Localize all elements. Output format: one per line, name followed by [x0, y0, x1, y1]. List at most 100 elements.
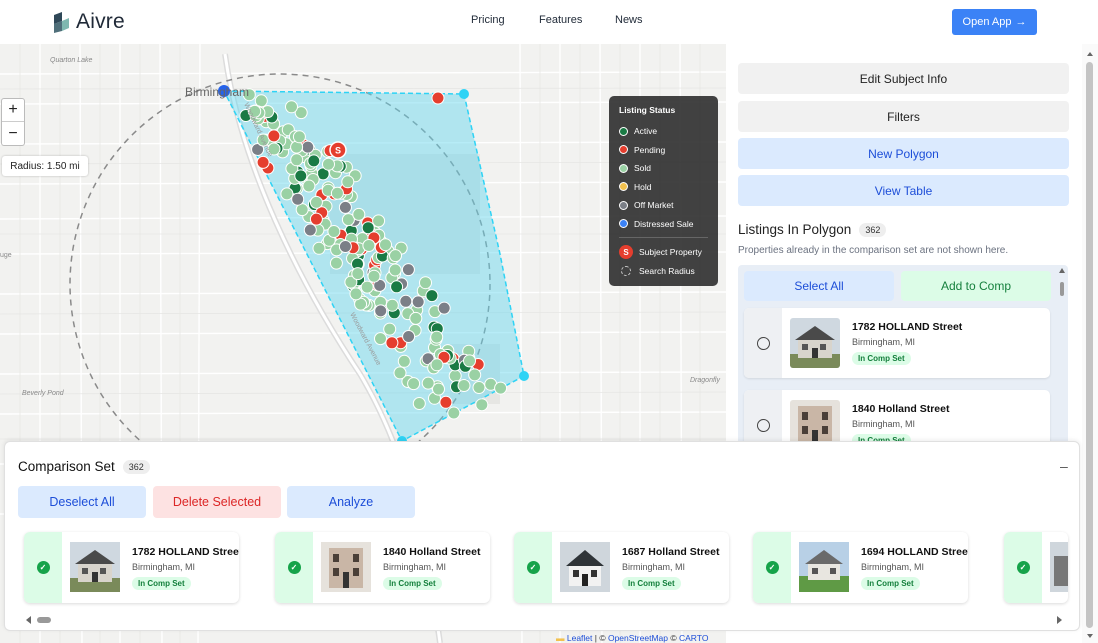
add-to-comp-button[interactable]: Add to Comp: [901, 271, 1051, 301]
listing-marker[interactable]: [349, 287, 363, 301]
zoom-out-button[interactable]: −: [2, 122, 24, 145]
comp-card[interactable]: ✓ 1840 Holland Street Birmingham, MI In …: [275, 532, 490, 603]
listing-marker[interactable]: [290, 153, 304, 167]
carto-link[interactable]: CARTO: [679, 633, 708, 643]
comp-card-partial[interactable]: ✓: [1004, 532, 1068, 603]
filters-button[interactable]: Filters: [738, 101, 1069, 132]
listing-marker[interactable]: [430, 358, 444, 372]
listings-scrollbar[interactable]: [1057, 265, 1067, 441]
listing-marker[interactable]: [439, 395, 453, 409]
listing-marker[interactable]: [389, 249, 402, 263]
check-icon[interactable]: ✓: [526, 561, 540, 574]
page-scrollbar-thumb[interactable]: [1086, 62, 1093, 628]
listing-marker[interactable]: [447, 406, 461, 420]
listing-marker[interactable]: [437, 301, 451, 315]
comparison-scrollbar[interactable]: [23, 614, 1069, 626]
listing-marker[interactable]: [267, 129, 281, 143]
select-all-button[interactable]: Select All: [744, 271, 894, 301]
listing-marker[interactable]: [292, 130, 306, 144]
leaflet-link[interactable]: Leaflet: [567, 633, 593, 643]
radio-icon[interactable]: [756, 418, 770, 432]
listing-marker[interactable]: [327, 225, 341, 238]
listing-marker[interactable]: [385, 336, 399, 350]
listing-marker[interactable]: [360, 280, 374, 294]
listing-marker[interactable]: [468, 368, 482, 382]
listing-marker[interactable]: [329, 256, 343, 270]
nav-pricing[interactable]: Pricing: [471, 14, 505, 26]
listing-marker[interactable]: [388, 263, 402, 277]
check-icon[interactable]: ✓: [36, 561, 50, 574]
polygon-vertex[interactable]: [519, 371, 529, 381]
listing-marker[interactable]: [393, 366, 407, 380]
minimize-button[interactable]: –: [1060, 458, 1068, 474]
check-icon[interactable]: ✓: [287, 561, 301, 574]
new-polygon-button[interactable]: New Polygon: [738, 138, 1069, 169]
listing-marker[interactable]: [309, 195, 323, 209]
comp-select[interactable]: ✓: [753, 532, 791, 603]
listing-marker[interactable]: [431, 91, 445, 105]
comp-card[interactable]: ✓ 1687 Holland Street Birmingham, MI In …: [514, 532, 729, 603]
listing-marker[interactable]: [374, 332, 387, 346]
listing-marker[interactable]: [302, 179, 316, 193]
listing-marker[interactable]: [419, 276, 432, 290]
listing-marker[interactable]: [367, 269, 381, 283]
listing-marker[interactable]: [494, 381, 508, 395]
listing-marker[interactable]: [409, 311, 423, 325]
listing-marker[interactable]: [421, 376, 435, 390]
listing-marker[interactable]: [385, 298, 399, 312]
listing-marker[interactable]: [472, 381, 486, 394]
comp-select[interactable]: ✓: [514, 532, 552, 603]
listing-card[interactable]: 1782 HOLLAND Street Birmingham, MI In Co…: [744, 308, 1050, 378]
listing-marker[interactable]: [291, 192, 305, 206]
deselect-all-button[interactable]: Deselect All: [18, 486, 146, 518]
analyze-button[interactable]: Analyze: [287, 486, 415, 518]
listing-marker[interactable]: [425, 289, 439, 303]
nav-features[interactable]: Features: [539, 14, 582, 26]
listing-marker[interactable]: [457, 379, 471, 392]
edit-subject-button[interactable]: Edit Subject Info: [738, 63, 1069, 94]
listing-marker[interactable]: [399, 294, 413, 308]
brand-logo[interactable]: Aivre: [52, 10, 125, 34]
check-icon[interactable]: ✓: [765, 561, 779, 574]
listing-marker[interactable]: [307, 154, 321, 168]
nav-news[interactable]: News: [615, 14, 643, 26]
listing-marker[interactable]: [372, 214, 386, 228]
delete-selected-button[interactable]: Delete Selected: [153, 486, 281, 518]
view-table-button[interactable]: View Table: [738, 175, 1069, 206]
listing-marker[interactable]: [338, 240, 352, 253]
listing-marker[interactable]: [379, 238, 392, 252]
listing-marker[interactable]: [309, 212, 323, 226]
listing-marker[interactable]: [463, 354, 476, 368]
listing-card[interactable]: 1840 Holland Street Birmingham, MI In Co…: [744, 390, 1050, 445]
listing-marker[interactable]: [280, 187, 294, 201]
listing-marker[interactable]: [475, 398, 489, 412]
page-scrollbar[interactable]: [1082, 44, 1098, 643]
listing-marker[interactable]: [285, 100, 298, 114]
listing-marker[interactable]: [301, 140, 315, 154]
listing-select[interactable]: [744, 390, 782, 445]
listing-marker[interactable]: [412, 397, 426, 410]
listing-marker[interactable]: [390, 280, 404, 294]
listing-marker[interactable]: [330, 186, 344, 200]
listing-marker[interactable]: [294, 169, 308, 183]
listing-marker[interactable]: [351, 267, 365, 281]
listings-list[interactable]: Select All Add to Comp 1782 HOLLAND Stre…: [738, 265, 1068, 445]
listing-marker[interactable]: [362, 239, 376, 252]
comp-card[interactable]: ✓ 1694 HOLLAND Street Birmingham, MI In …: [753, 532, 968, 603]
listing-select[interactable]: [744, 308, 782, 378]
polygon-vertex[interactable]: [459, 89, 469, 99]
check-icon[interactable]: ✓: [1016, 561, 1030, 574]
comp-card[interactable]: ✓ 1782 HOLLAND Street Birmingham, MI In …: [24, 532, 239, 603]
listing-marker[interactable]: [374, 304, 388, 318]
comp-select[interactable]: ✓: [24, 532, 62, 603]
listing-marker[interactable]: [352, 207, 366, 221]
listing-marker[interactable]: [401, 263, 415, 277]
listing-marker[interactable]: [397, 354, 411, 368]
osm-link[interactable]: OpenStreetMap: [608, 633, 668, 643]
listing-marker[interactable]: [303, 223, 317, 237]
listing-marker[interactable]: [402, 330, 416, 343]
scroll-up-icon[interactable]: [1082, 47, 1098, 61]
radio-icon[interactable]: [756, 336, 770, 350]
comp-select[interactable]: ✓: [1004, 532, 1042, 603]
listing-marker[interactable]: [338, 200, 352, 214]
